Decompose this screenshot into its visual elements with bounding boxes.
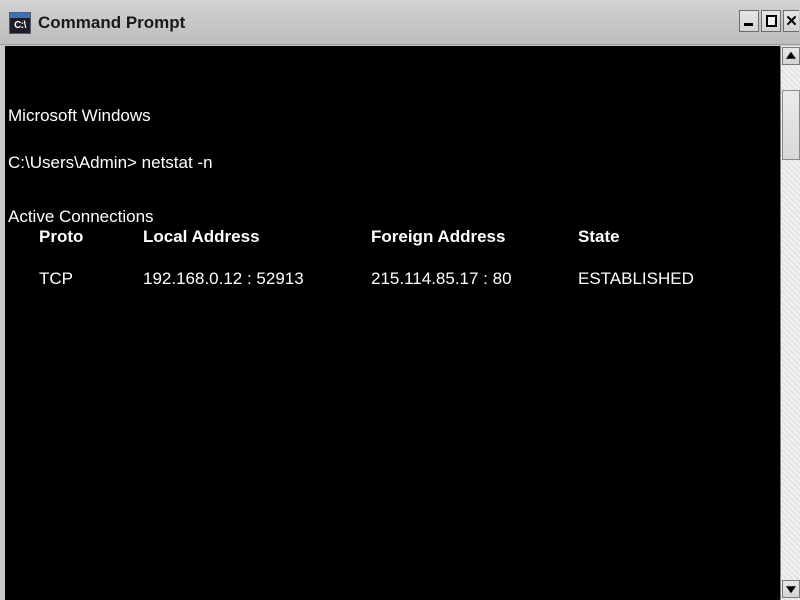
column-header-local-address: Local Address (143, 227, 260, 246)
console-line-banner: Microsoft Windows (8, 106, 151, 125)
scroll-up-button[interactable] (782, 47, 800, 65)
close-icon: ✕ (785, 13, 798, 30)
icon-label: C:\ (14, 20, 26, 31)
column-header-proto: Proto (39, 227, 84, 246)
table-row-foreign-address: 215.114.85.17 : 80 (371, 269, 512, 288)
column-header-foreign-address: Foreign Address (371, 227, 506, 246)
command-prompt-window: C:\ Command Prompt ✕ Microsoft Windows C… (0, 0, 800, 600)
scroll-up-arrow-icon (786, 51, 796, 59)
vertical-scrollbar[interactable] (780, 46, 800, 600)
maximize-icon (766, 15, 777, 27)
minimize-button[interactable] (739, 10, 759, 32)
console-line-section-title: Active Connections (8, 207, 154, 226)
maximize-button[interactable] (761, 10, 781, 32)
console-line-prompt: C:\Users\Admin> netstat -n (8, 153, 213, 172)
table-row-state: ESTABLISHED (578, 269, 694, 288)
title-bar[interactable]: C:\ Command Prompt ✕ (0, 0, 800, 45)
table-row-proto: TCP (39, 269, 73, 288)
window-title: Command Prompt (38, 13, 186, 32)
table-row-local-address: 192.168.0.12 : 52913 (143, 269, 304, 288)
command-prompt-icon: C:\ (9, 12, 31, 34)
close-button[interactable]: ✕ (783, 10, 799, 32)
scroll-down-arrow-icon (786, 586, 796, 594)
minimize-icon (744, 23, 753, 26)
scrollbar-thumb[interactable] (782, 90, 800, 160)
scroll-down-button[interactable] (782, 580, 800, 598)
console-output-area[interactable]: Microsoft Windows C:\Users\Admin> netsta… (5, 46, 780, 600)
column-header-state: State (578, 227, 620, 246)
